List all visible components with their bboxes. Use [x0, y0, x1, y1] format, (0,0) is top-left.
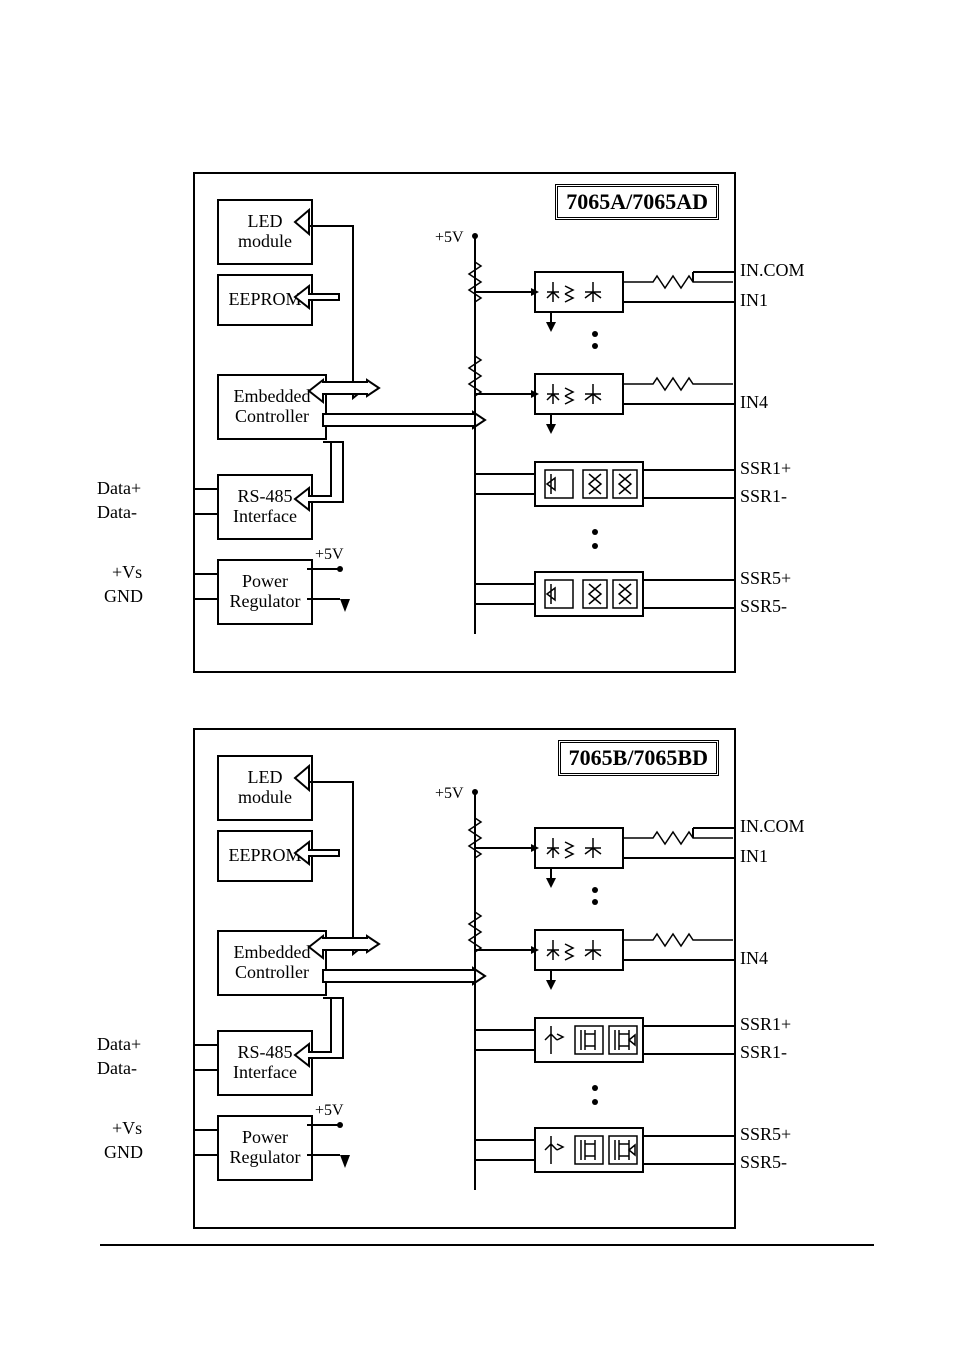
svg-text:+5V: +5V: [315, 546, 344, 563]
pin-ssr5m: SSR5-: [740, 1152, 787, 1173]
pin-in1: IN1: [740, 846, 768, 867]
pin-ssr1m: SSR1-: [740, 486, 787, 507]
resistor-icon: [623, 276, 733, 288]
pin-ssr1p: SSR1+: [740, 458, 791, 479]
pin-ssr5p: SSR5+: [740, 1124, 791, 1145]
resistor-icon: [623, 378, 733, 390]
pin-vs: +Vs: [112, 562, 142, 583]
svg-text:+5V: +5V: [315, 1102, 344, 1119]
pin-data-minus: Data-: [97, 502, 137, 523]
supply-label: +5V: [435, 229, 464, 246]
diagram-7065a: 7065A/7065AD LEDmodule EEPROM EmbeddedCo…: [193, 172, 736, 673]
diagram-7065b: 7065B/7065BD LEDmodule EEPROM EmbeddedCo…: [193, 728, 736, 1229]
pin-data-plus: Data+: [97, 1034, 141, 1055]
pin-gnd: GND: [104, 1142, 143, 1163]
pin-in4: IN4: [740, 392, 768, 413]
pin-ssr5m: SSR5-: [740, 596, 787, 617]
pin-data-minus: Data-: [97, 1058, 137, 1079]
page-rule: [100, 1244, 874, 1246]
pin-vs: +Vs: [112, 1118, 142, 1139]
pin-ssr5p: SSR5+: [740, 568, 791, 589]
pin-incom: IN.COM: [740, 260, 805, 281]
pin-incom: IN.COM: [740, 816, 805, 837]
pin-ssr1m: SSR1-: [740, 1042, 787, 1063]
pin-gnd: GND: [104, 586, 143, 607]
pin-in4: IN4: [740, 948, 768, 969]
pin-data-plus: Data+: [97, 478, 141, 499]
pin-ssr1p: SSR1+: [740, 1014, 791, 1035]
resistor-icon: [623, 934, 733, 946]
supply-label: +5V: [435, 785, 464, 802]
pin-in1: IN1: [740, 290, 768, 311]
resistor-icon: [623, 832, 733, 844]
